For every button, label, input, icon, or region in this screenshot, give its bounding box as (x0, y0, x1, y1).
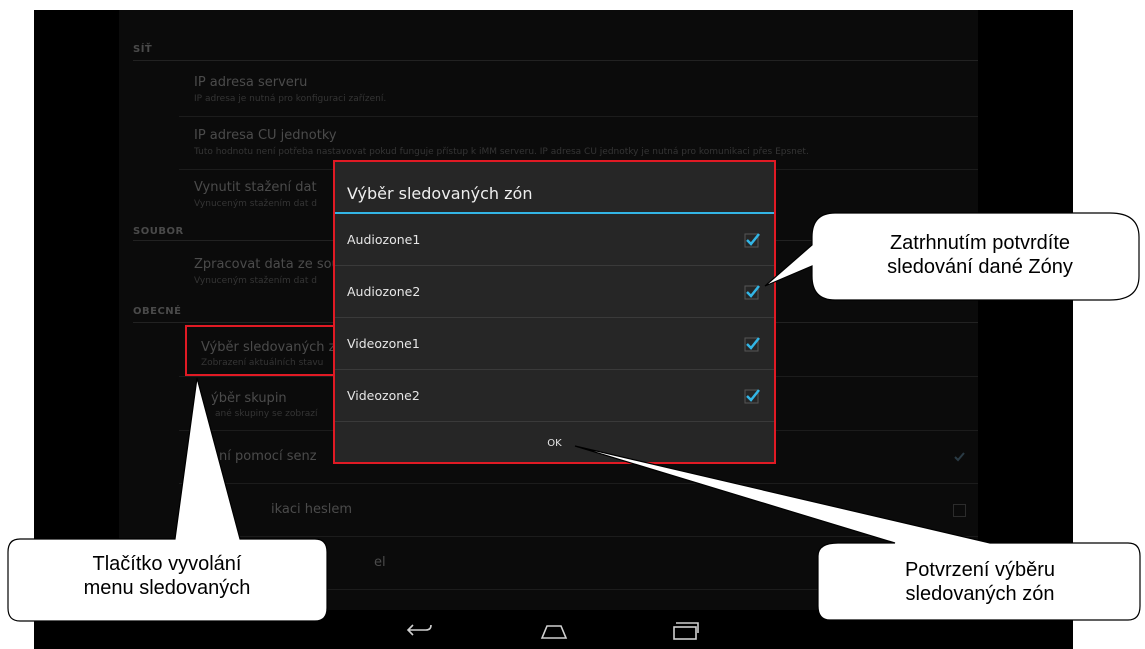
callout-ok-text: Potvrzení výběru sledovaných zón (830, 558, 1130, 606)
callout-line: Potvrzení výběru (904, 559, 1056, 581)
callout-button-text: Tlačítko vyvolání menu sledovaných (22, 552, 312, 600)
callout-line: Tlačítko vyvolání (92, 553, 242, 575)
callout-line: menu sledovaných (83, 577, 251, 599)
callout-line: sledování dané Zóny (887, 256, 1073, 278)
callout-checkbox-text: Zatrhnutím potvrdíte sledování dané Zóny (830, 231, 1130, 279)
callout-line: Zatrhnutím potvrdíte (889, 232, 1071, 254)
callout-line: sledovaných zón (905, 583, 1055, 605)
